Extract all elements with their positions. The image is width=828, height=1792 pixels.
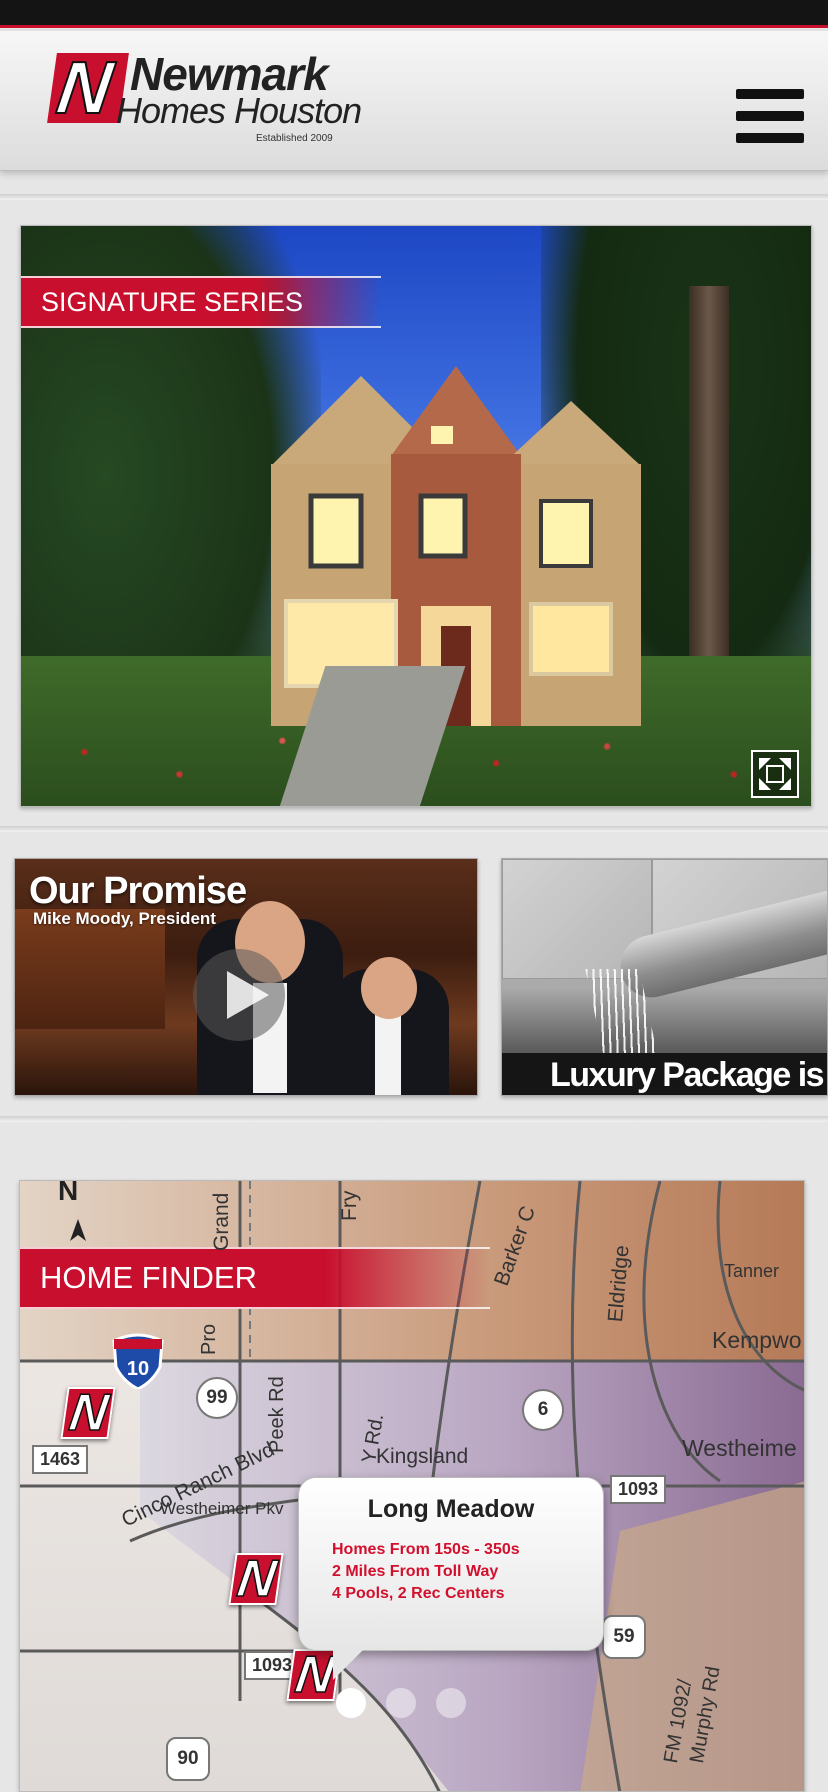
hamburger-menu-icon[interactable]	[734, 85, 806, 145]
luxury-package-card[interactable]: Luxury Package is	[501, 858, 828, 1096]
north-indicator: N	[58, 1180, 79, 1206]
community-marker[interactable]: N	[60, 1383, 116, 1443]
highway-99-shield[interactable]: 99	[196, 1377, 238, 1419]
callout-line: Homes From 150s - 350s	[332, 1541, 520, 1558]
newmark-logo[interactable]: N Newmark Homes Houston Established 2009	[47, 45, 382, 149]
play-icon[interactable]	[193, 949, 285, 1041]
video-title: Our Promise	[29, 870, 247, 912]
road-label: Grand	[210, 1192, 233, 1251]
road-label: Tanner	[724, 1261, 780, 1281]
road-label: Kempwo	[712, 1327, 802, 1353]
marker-letter: N	[65, 1383, 112, 1443]
callout-title: Long Meadow	[367, 1495, 535, 1523]
logo-mark-letter: N	[51, 45, 118, 130]
fm-1463-shield[interactable]: 1463	[32, 1445, 89, 1474]
road-label: Westheimer Pkv	[160, 1499, 284, 1518]
long-meadow-callout[interactable]: Long Meadow Homes From 150s - 350s 2 Mil…	[298, 1477, 604, 1680]
section-divider	[0, 826, 828, 832]
expand-fullscreen-icon[interactable]	[751, 750, 799, 798]
pager-dot[interactable]	[336, 1688, 366, 1718]
menu-bar	[736, 89, 804, 99]
highway-59-shield[interactable]: 59	[602, 1615, 646, 1659]
hero-flowerbeds	[21, 696, 811, 806]
home-finder-label: HOME FINDER	[20, 1247, 490, 1309]
marker-letter: N	[233, 1549, 280, 1609]
marker-letter: N	[291, 1645, 338, 1705]
logo-subtitle: Homes Houston	[116, 90, 362, 131]
our-promise-video-card[interactable]: Our Promise Mike Moody, President	[14, 858, 478, 1096]
section-divider	[0, 194, 828, 200]
pager-dot[interactable]	[436, 1688, 466, 1718]
highway-90-shield[interactable]: 90	[166, 1737, 210, 1781]
logo-established: Established 2009	[256, 133, 333, 144]
luxury-caption: Luxury Package is	[550, 1056, 825, 1094]
interstate-number: 10	[127, 1358, 149, 1380]
road-label: Kingsland	[376, 1445, 469, 1468]
person-shirt	[375, 1015, 401, 1095]
community-marker[interactable]: N	[228, 1549, 284, 1609]
menu-bar	[736, 111, 804, 121]
interstate-10-shield[interactable]: 10	[110, 1333, 166, 1391]
road-label: Pro	[198, 1323, 220, 1355]
fm-1093-shield[interactable]: 1093	[610, 1475, 667, 1504]
person-face	[361, 957, 417, 1019]
road-label: Westheime	[682, 1435, 797, 1461]
video-subtitle: Mike Moody, President	[33, 909, 216, 928]
callout-line: 4 Pools, 2 Rec Centers	[332, 1585, 505, 1602]
road-label: Fry	[338, 1190, 361, 1221]
person-right	[329, 957, 449, 1095]
site-header: N Newmark Homes Houston Established 2009	[0, 31, 828, 171]
callout-line: 2 Miles From Toll Way	[332, 1563, 499, 1580]
section-divider	[0, 1116, 828, 1122]
pager-dot[interactable]	[386, 1688, 416, 1718]
signature-series-banner[interactable]: SIGNATURE SERIES	[20, 225, 812, 807]
menu-bar	[736, 133, 804, 143]
carousel-pager	[336, 1684, 476, 1718]
signature-series-label: SIGNATURE SERIES	[21, 276, 381, 328]
highway-6-shield[interactable]: 6	[522, 1389, 564, 1431]
status-bar	[0, 0, 828, 28]
